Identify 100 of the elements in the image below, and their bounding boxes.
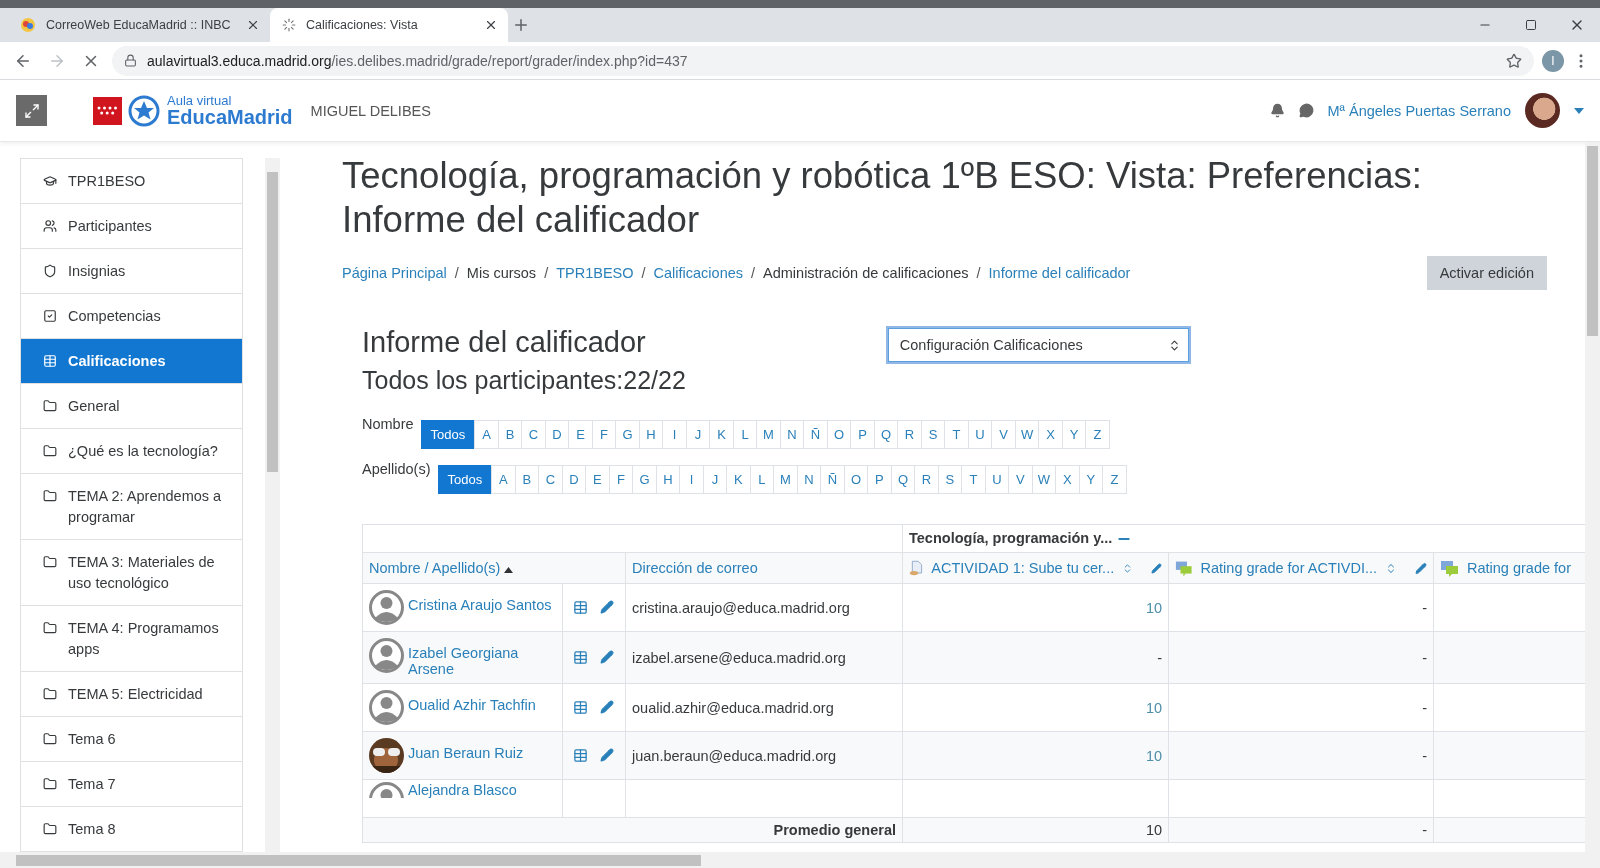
report-select[interactable]: Configuración Calificaciones [885, 326, 1191, 364]
grade-value[interactable]: - [1422, 649, 1427, 666]
sidebar-item[interactable]: TPR1BESO [21, 159, 242, 204]
scrollbar-thumb[interactable] [16, 854, 701, 866]
letter-filter[interactable]: A [491, 465, 516, 494]
report-title: Informe del calificador [362, 325, 647, 360]
folder-icon [43, 489, 57, 503]
address-field[interactable]: aulavirtual3.educa.madrid.org/ies.delibes.madrid/grade/report/grader/index.php?id=437 [112, 45, 1534, 76]
scrollbar-thumb[interactable] [1587, 146, 1598, 336]
folder-icon [43, 555, 57, 569]
breadcrumb-separator: / [641, 265, 646, 281]
letter-filter[interactable]: E [568, 420, 593, 449]
close-icon[interactable] [246, 18, 260, 32]
letter-filter[interactable]: E [585, 465, 610, 494]
chat-icon[interactable] [1298, 103, 1314, 118]
grade-value[interactable]: - [1157, 649, 1162, 666]
site-name[interactable]: MIGUEL DELIBES [310, 102, 431, 119]
letter-filter[interactable]: C [521, 420, 546, 449]
letter-filter[interactable]: Z [1085, 420, 1110, 449]
user-name[interactable]: Mª Ángeles Puertas Serrano [1327, 102, 1511, 119]
sidebar-item[interactable]: Tema 7 [21, 762, 242, 807]
letter-filter[interactable]: V [991, 420, 1016, 449]
sidebar-item[interactable]: Calificaciones [21, 339, 242, 384]
breadcrumb-separator: / [544, 265, 549, 281]
edit-mode-button[interactable]: Activar edición [1426, 256, 1547, 290]
participants-count: Todos los participantes:22/22 [362, 365, 686, 396]
caret-icon[interactable] [1574, 107, 1584, 114]
letter-filter[interactable]: V [1008, 465, 1033, 494]
sidebar-item[interactable]: TEMA 5: Electricidad [21, 672, 242, 717]
sidebar-item[interactable]: Participantes [21, 204, 242, 249]
letter-filter[interactable]: X [1038, 420, 1063, 449]
letter-filter[interactable]: Z [1102, 465, 1127, 494]
sort-ascending-icon[interactable] [504, 567, 514, 574]
sidebar-item[interactable]: Insignias [21, 249, 242, 294]
grade-value[interactable]: 10 [1145, 747, 1162, 764]
edit-icon[interactable] [1415, 561, 1427, 575]
letter-filter[interactable]: X [1055, 465, 1080, 494]
sidebar-item[interactable]: Tema 6 [21, 717, 242, 762]
letter-filter[interactable]: G [632, 465, 657, 494]
letter-filter[interactable]: G [615, 420, 640, 449]
scrollbar-thumb[interactable] [267, 172, 278, 472]
letter-filter[interactable]: K [709, 420, 734, 449]
letter-filter[interactable]: R [897, 420, 922, 449]
letter-filter[interactable]: M [756, 420, 781, 449]
letter-filter[interactable]: Todos [437, 465, 493, 494]
edit-icon[interactable] [600, 748, 614, 763]
letter-filter[interactable]: M [773, 465, 798, 494]
sidebar-item[interactable]: TEMA 2: Aprendemos a programar [21, 474, 242, 540]
close-icon[interactable] [484, 18, 498, 32]
breadcrumb-link[interactable]: TPR1BESO [556, 265, 634, 281]
breadcrumb-link[interactable]: Informe del calificador [988, 265, 1131, 281]
email-text: juan.beraun@educa.madrid.org [632, 747, 837, 764]
letter-filter[interactable]: C [538, 465, 563, 494]
grades-table-icon[interactable] [573, 700, 588, 716]
grade-value[interactable]: - [1422, 699, 1427, 716]
letter-filter[interactable]: A [474, 420, 499, 449]
letter-filter[interactable]: I [662, 420, 687, 449]
breadcrumb-separator: / [454, 265, 459, 281]
letter-filter[interactable]: T [961, 465, 986, 494]
letter-filter[interactable]: K [726, 465, 751, 494]
grades-table-icon[interactable] [573, 748, 588, 764]
user-avatar[interactable] [1525, 93, 1560, 128]
grades-table-icon[interactable] [573, 600, 588, 616]
restore-icon[interactable] [1525, 19, 1537, 31]
grades-table-icon[interactable] [573, 650, 588, 666]
grade-value[interactable]: - [1422, 599, 1427, 616]
edit-icon[interactable] [600, 700, 614, 715]
letter-filter[interactable]: P [867, 465, 892, 494]
grade-value[interactable]: 10 [1145, 699, 1162, 716]
bell-icon[interactable] [1269, 103, 1285, 118]
grade-value[interactable]: 10 [1145, 599, 1162, 616]
edit-icon[interactable] [1151, 561, 1162, 575]
letter-filter[interactable]: Ñ [803, 420, 828, 449]
sidebar-item[interactable]: General [21, 384, 242, 429]
letter-filter[interactable]: I [679, 465, 704, 494]
avatar-icon [369, 590, 404, 626]
letter-filter[interactable]: R [914, 465, 939, 494]
new-tab-icon[interactable] [512, 16, 530, 34]
breadcrumb-separator: / [976, 265, 981, 281]
sidebar-item[interactable]: TEMA 4: Programamos apps [21, 606, 242, 672]
average-value: - [1422, 822, 1427, 839]
breadcrumb-link[interactable]: Calificaciones [653, 265, 743, 281]
letter-filter[interactable]: T [944, 420, 969, 449]
letter-filter[interactable]: Ñ [820, 465, 845, 494]
browser-tab[interactable]: CorreoWeb EducaMadrid :: INBC [8, 8, 270, 42]
fullscreen-button[interactable] [16, 95, 47, 126]
edit-icon[interactable] [600, 650, 614, 665]
sidebar-item[interactable]: TEMA 3: Materiales de uso tecnológico [21, 540, 242, 606]
users-icon [43, 219, 57, 233]
profile-avatar[interactable]: I [1542, 49, 1564, 72]
edit-icon[interactable] [600, 600, 614, 615]
star-icon[interactable] [1506, 52, 1522, 69]
document-icon [909, 559, 924, 578]
browser-tab[interactable]: Calificaciones: Vista [270, 8, 508, 42]
letter-filter[interactable]: P [850, 420, 875, 449]
folder-icon [43, 777, 57, 791]
breadcrumb-link[interactable]: Página Principal [342, 265, 447, 281]
sidebar-item[interactable]: ¿Qué es la tecnología? [21, 429, 242, 474]
grade-value[interactable]: - [1422, 747, 1427, 764]
letter-filter[interactable]: Todos [420, 420, 476, 449]
